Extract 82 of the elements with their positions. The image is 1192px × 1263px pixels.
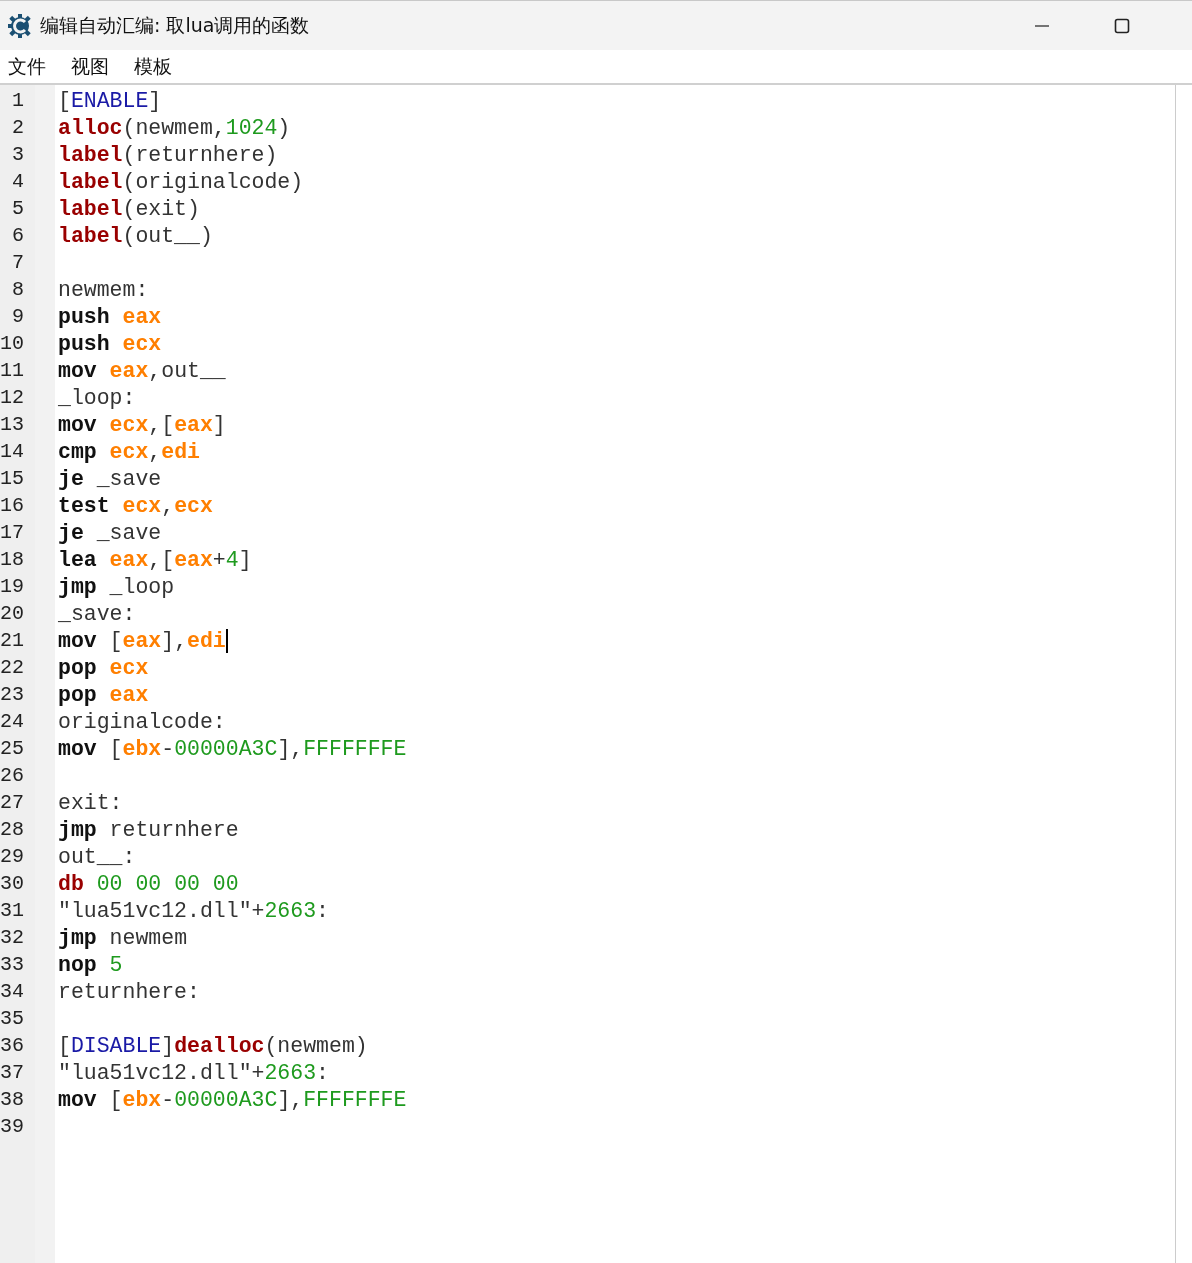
code-line: returnhere:: [58, 979, 200, 1004]
line-number: 25: [0, 737, 24, 760]
line-number: 13: [0, 413, 24, 436]
menu-item[interactable]: 文件: [2, 51, 52, 82]
code-line: label(out__): [58, 223, 213, 248]
line-number: 35: [0, 1007, 24, 1030]
line-number: 29: [0, 845, 24, 868]
code-line: [ENABLE]: [58, 88, 162, 113]
line-number: 4: [12, 170, 24, 193]
code-line: label(originalcode): [58, 169, 304, 194]
code-line: "lua51vc12.dll"+2663:: [58, 1060, 329, 1085]
line-number: 11: [0, 359, 24, 382]
line-number: 19: [0, 575, 24, 598]
line-number: 16: [0, 494, 24, 517]
line-number: 36: [0, 1034, 24, 1057]
line-number: 15: [0, 467, 24, 490]
code-line: cmp ecx,edi: [58, 439, 200, 464]
code-line: test ecx,ecx: [58, 493, 213, 518]
line-number: 18: [0, 548, 24, 571]
line-number: 22: [0, 656, 24, 679]
code-line: newmem:: [58, 277, 149, 302]
code-line: alloc(newmem,1024): [58, 115, 291, 140]
code-line: jmp newmem: [58, 925, 188, 950]
code-line: lea eax,[eax+4]: [58, 547, 252, 572]
code-line: label(returnhere): [58, 142, 278, 167]
line-number: 30: [0, 872, 24, 895]
code-line: pop eax: [58, 682, 149, 707]
line-number: 3: [12, 143, 24, 166]
menu-item[interactable]: 模板: [128, 51, 178, 82]
line-number: 2: [12, 116, 24, 139]
code-line: nop 5: [58, 952, 123, 977]
code-line: out__:: [58, 844, 136, 869]
line-number: 37: [0, 1061, 24, 1084]
line-number: 10: [0, 332, 24, 355]
code-line: mov ecx,[eax]: [58, 412, 226, 437]
line-number: 34: [0, 980, 24, 1003]
line-number: 1: [12, 89, 24, 112]
line-number: 20: [0, 602, 24, 625]
line-number: 8: [12, 278, 24, 301]
line-number: 27: [0, 791, 24, 814]
line-number: 32: [0, 926, 24, 949]
line-number: 31: [0, 899, 24, 922]
code-line: [DISABLE]dealloc(newmem): [58, 1033, 368, 1058]
text-cursor: [225, 628, 228, 653]
line-number: 39: [0, 1115, 24, 1138]
line-number: 5: [12, 197, 24, 220]
code-line: pop ecx: [58, 655, 149, 680]
code-line: push eax: [58, 304, 162, 329]
code-line: jmp _loop: [58, 574, 175, 599]
line-number: 6: [12, 224, 24, 247]
line-number: 9: [12, 305, 24, 328]
code-line: "lua51vc12.dll"+2663:: [58, 898, 329, 923]
code-line: label(exit): [58, 196, 200, 221]
code-line: mov [ebx-00000A3C],FFFFFFFE: [58, 736, 407, 761]
maximize-icon: [1114, 17, 1130, 34]
line-number: 28: [0, 818, 24, 841]
line-number: 14: [0, 440, 24, 463]
code-line: mov [eax],edi: [58, 628, 226, 653]
line-number: 38: [0, 1088, 24, 1111]
line-number: 24: [0, 710, 24, 733]
code-line: db 00 00 00 00: [58, 871, 239, 896]
line-number: 7: [12, 251, 24, 274]
line-number: 33: [0, 953, 24, 976]
code-line: je _save: [58, 466, 162, 491]
menu-item[interactable]: 视图: [65, 51, 115, 82]
code-line: push ecx: [58, 331, 162, 356]
code-line: mov eax,out__: [58, 358, 226, 383]
line-number: 23: [0, 683, 24, 706]
code-line: _loop:: [58, 385, 136, 410]
code-line: mov [ebx-00000A3C],FFFFFFFE: [58, 1087, 407, 1112]
code-line: exit:: [58, 790, 123, 815]
minimize-icon: [1035, 24, 1049, 27]
code-line: _save:: [58, 601, 136, 626]
code-line: je _save: [58, 520, 162, 545]
line-number: 12: [0, 386, 24, 409]
line-number: 21: [0, 629, 24, 652]
gear-icon: [7, 12, 33, 39]
line-number: 17: [0, 521, 24, 544]
code-line: jmp returnhere: [58, 817, 239, 842]
code-line: originalcode:: [58, 709, 226, 734]
window-title: 编辑自动汇编: 取lua调用的函数: [40, 12, 310, 38]
line-number: 26: [0, 764, 24, 787]
